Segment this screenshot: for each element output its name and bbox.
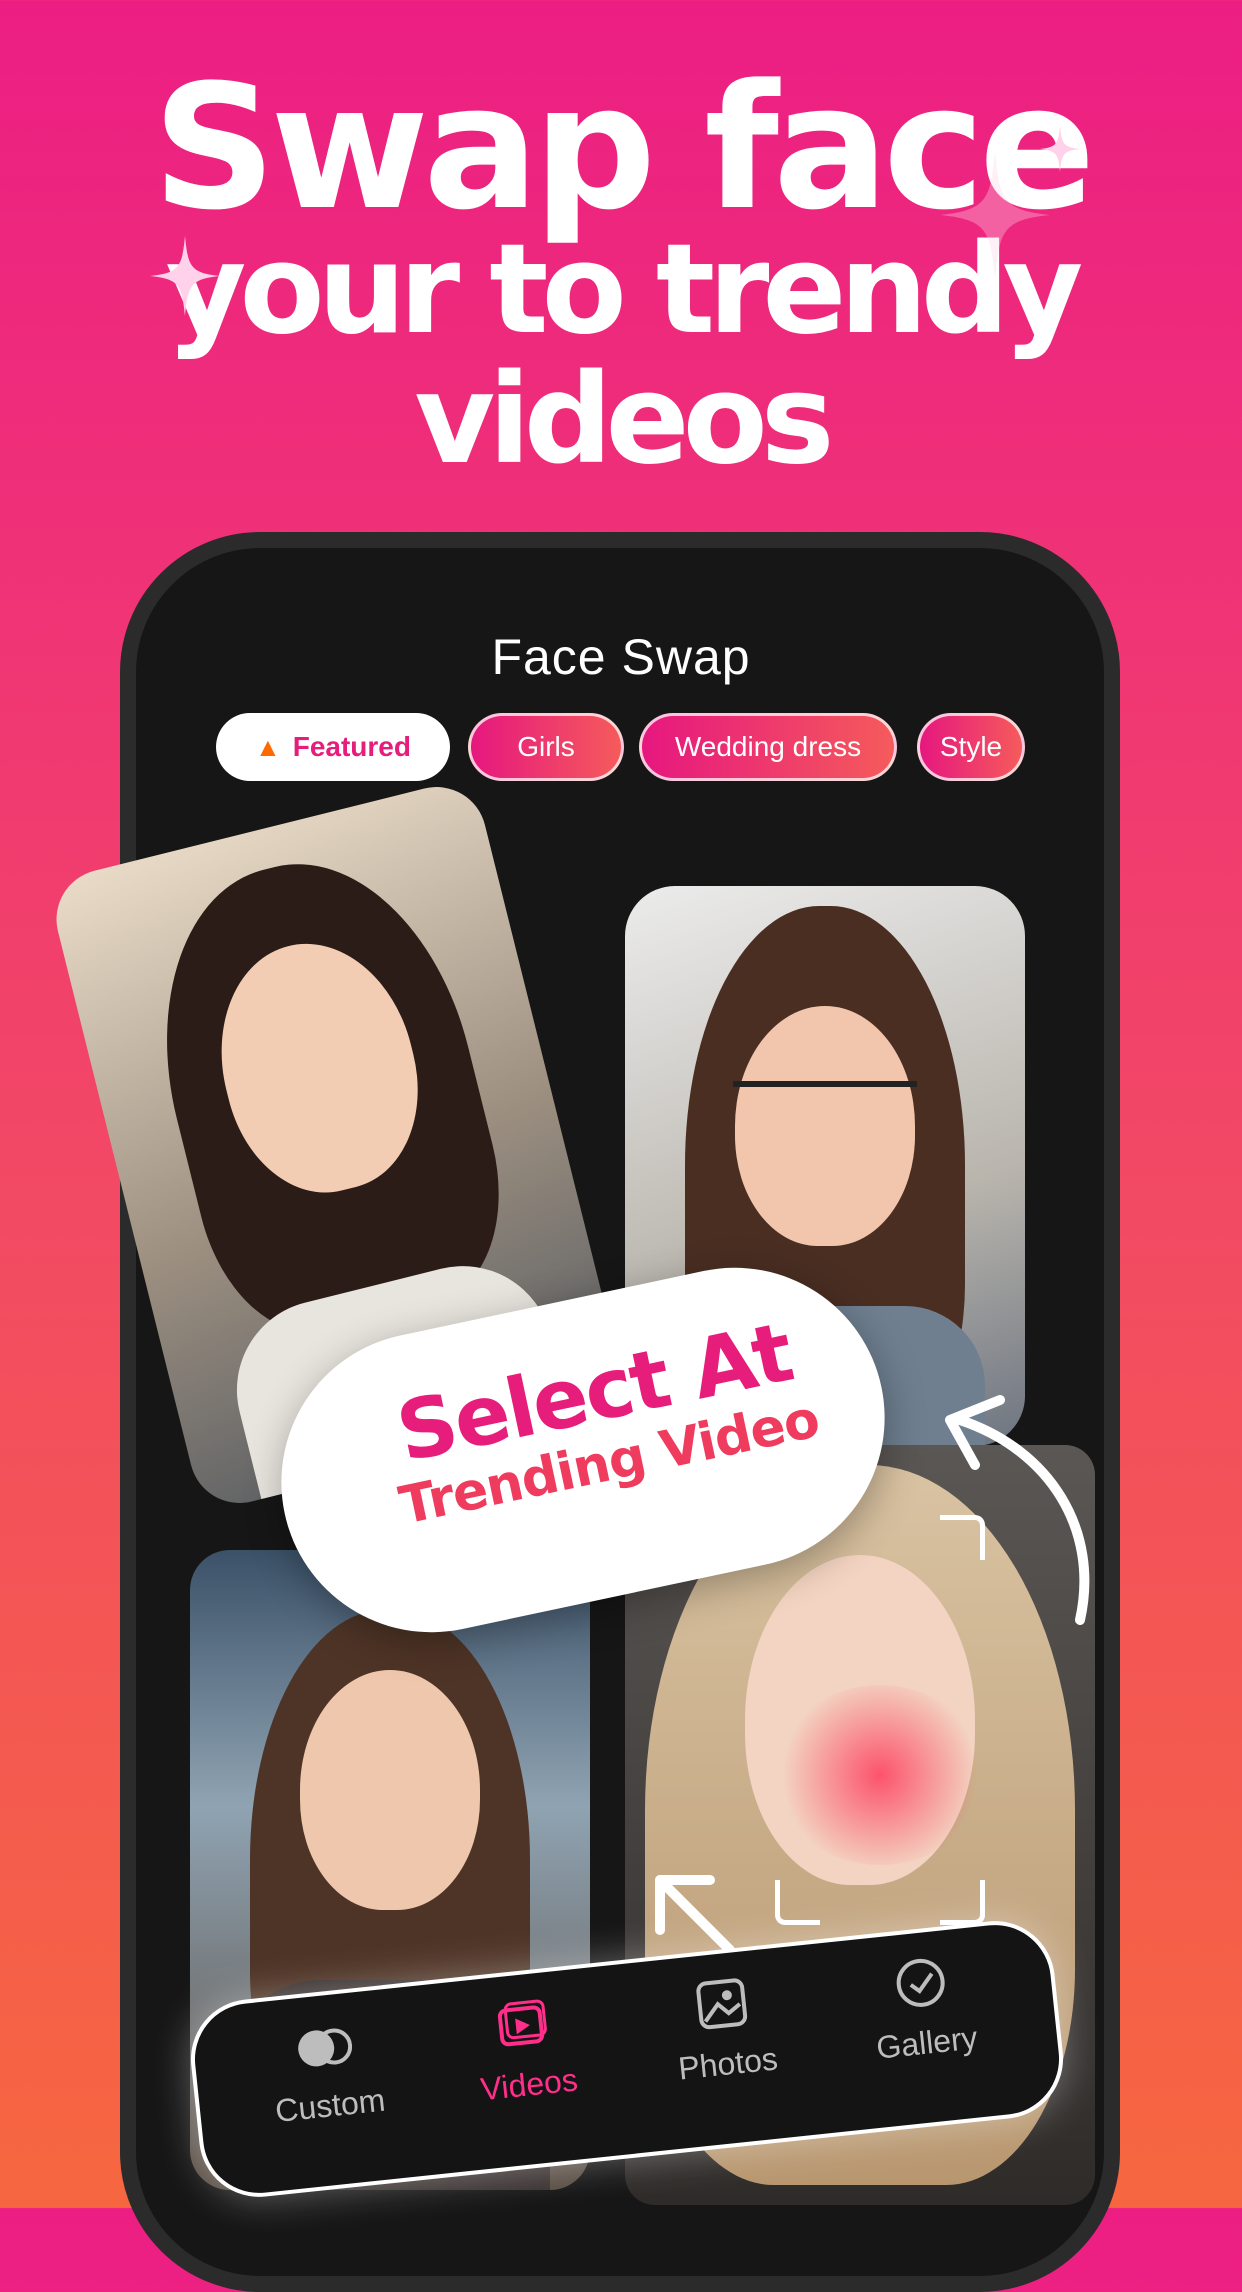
flame-icon: ▲ xyxy=(255,731,281,762)
curved-arrow-icon xyxy=(945,1395,1090,1625)
chip-girls[interactable]: Girls xyxy=(468,713,624,781)
nav-item-custom[interactable]: Custom xyxy=(232,2008,422,2133)
nav-item-photos[interactable]: Photos xyxy=(629,1967,819,2092)
video-play-icon xyxy=(497,1999,547,2047)
chip-label: Style xyxy=(939,731,1003,762)
chip-wedding-dress[interactable]: Wedding dress xyxy=(639,713,897,781)
nav-label: Videos xyxy=(478,2061,580,2108)
nav-label: Custom xyxy=(273,2081,387,2129)
faces-icon xyxy=(298,2028,353,2067)
nav-label: Photos xyxy=(676,2040,780,2087)
headline-line-3: videos xyxy=(414,348,834,492)
glasses-icon xyxy=(733,1081,917,1137)
check-circle-icon xyxy=(896,1958,945,2007)
chip-featured[interactable]: ▲ Featured xyxy=(216,713,450,781)
sparkle-icon xyxy=(150,236,220,316)
sparkle-icon xyxy=(940,152,1050,278)
chip-style[interactable]: Style xyxy=(917,713,1025,781)
nav-label: Gallery xyxy=(874,2019,980,2066)
image-icon xyxy=(696,1978,748,2030)
chip-label: Girls xyxy=(517,731,575,762)
chip-label: Featured xyxy=(292,731,411,762)
chip-label: Wedding dress xyxy=(674,731,862,762)
nav-item-videos[interactable]: Videos xyxy=(430,1987,620,2112)
portrait-face xyxy=(300,1670,480,1910)
app-title: Face Swap xyxy=(491,629,751,685)
nav-item-gallery[interactable]: Gallery xyxy=(828,1946,1018,2071)
